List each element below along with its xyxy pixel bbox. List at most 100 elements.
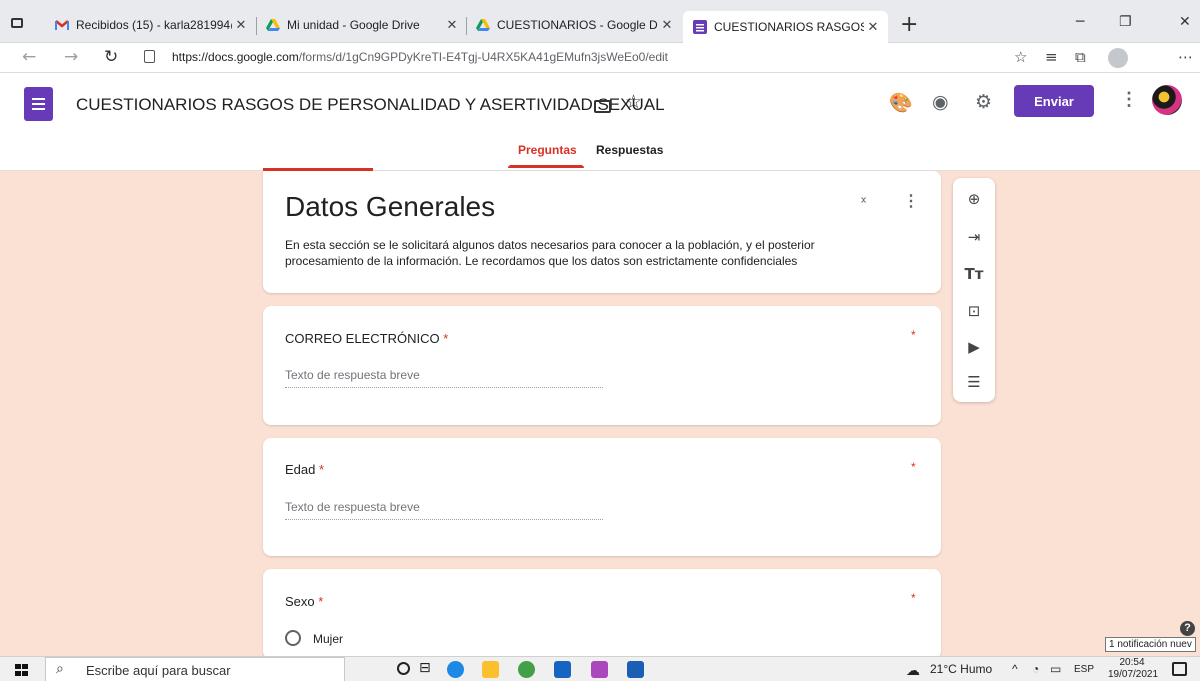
required-indicator: * <box>911 328 916 342</box>
required-asterisk: * <box>318 594 324 609</box>
battery-icon[interactable]: ▭ <box>1050 662 1061 676</box>
tab-my-drive[interactable]: Mi unidad - Google Drive ✕ <box>266 14 461 36</box>
url-field[interactable]: https://docs.google.com/forms/d/1gCn9GPD… <box>172 50 668 64</box>
taskbar-clock[interactable]: 20:54 19/07/2021 <box>1108 657 1159 681</box>
floating-toolbar: ⊕ ⇥ Tт ⊡ ▶ ☰ <box>953 178 995 402</box>
tab-actions-icon[interactable] <box>11 18 23 28</box>
required-indicator: * <box>911 591 916 605</box>
add-question-icon[interactable]: ⊕ <box>953 190 995 208</box>
close-window-icon[interactable]: ✕ <box>1179 14 1191 30</box>
required-asterisk: * <box>443 331 449 346</box>
preview-eye-icon[interactable]: ◉ <box>932 91 949 113</box>
address-bar: ← → ↻ https://docs.google.com/forms/d/1g… <box>0 43 1200 73</box>
browser-profile-avatar[interactable] <box>1108 48 1128 68</box>
question-title: Edad * <box>285 462 324 477</box>
action-center-icon[interactable] <box>1172 662 1187 676</box>
browser-tab-bar: Recibidos (15) - karla281994@gm ✕ Mi uni… <box>0 0 1200 43</box>
tab-gmail[interactable]: Recibidos (15) - karla281994@gm ✕ <box>55 14 250 36</box>
network-icon[interactable]: ◔ <box>1032 662 1039 676</box>
file-explorer-icon[interactable] <box>482 661 499 678</box>
media-app-icon[interactable] <box>591 661 608 678</box>
question-card-sex[interactable]: Sexo * * Mujer <box>263 569 941 659</box>
close-tab-icon[interactable]: ✕ <box>232 17 250 33</box>
weather-text[interactable]: 21°C Humo <box>930 662 992 676</box>
form-title[interactable]: CUESTIONARIOS RASGOS DE PERSONALIDAD Y A… <box>76 95 665 115</box>
radio-option-mujer[interactable] <box>285 630 301 646</box>
question-card-age[interactable]: Edad * * Texto de respuesta breve <box>263 438 941 556</box>
task-view-icon[interactable]: ⊟ <box>419 660 431 676</box>
tab-questions[interactable]: Preguntas <box>518 143 577 157</box>
required-indicator: * <box>911 460 916 474</box>
windows-start-icon[interactable] <box>15 664 28 676</box>
short-answer-field: Texto de respuesta breve <box>285 500 603 520</box>
notification-tooltip: 1 notificación nuev <box>1105 637 1196 652</box>
star-icon[interactable]: ☆ <box>625 91 642 113</box>
import-questions-icon[interactable]: ⇥ <box>953 228 995 246</box>
radio-option-label: Mujer <box>313 632 344 646</box>
forms-logo-icon[interactable] <box>24 87 53 121</box>
collections-icon[interactable]: ⧉ <box>1075 48 1086 66</box>
favorite-star-icon[interactable]: ☆ <box>1014 48 1027 66</box>
close-tab-icon[interactable]: ✕ <box>658 17 676 33</box>
new-tab-button[interactable]: + <box>900 12 918 37</box>
browser-menu-icon[interactable]: ⋯ <box>1178 48 1193 66</box>
collapse-section-icon[interactable]: ⌄ ⌃ <box>859 191 868 210</box>
minimize-icon[interactable]: ─ <box>1076 14 1084 30</box>
add-video-icon[interactable]: ▶ <box>953 338 995 356</box>
add-title-icon[interactable]: Tт <box>953 265 995 283</box>
favorites-list-icon[interactable]: ≡ <box>1045 48 1058 66</box>
send-button[interactable]: Enviar <box>1014 85 1094 117</box>
section-more-icon[interactable]: ⋮ <box>903 191 919 211</box>
active-tab-indicator <box>508 165 584 168</box>
move-to-folder-icon[interactable] <box>594 100 611 113</box>
add-image-icon[interactable]: ⊡ <box>953 302 995 320</box>
chrome-icon[interactable] <box>518 661 535 678</box>
clock-date: 19/07/2021 <box>1108 669 1159 680</box>
cortana-icon[interactable] <box>397 662 410 675</box>
forms-header: CUESTIONARIOS RASGOS DE PERSONALIDAD Y A… <box>0 73 1200 171</box>
help-icon[interactable]: ? <box>1180 621 1195 636</box>
tab-cuestionarios-drive[interactable]: CUESTIONARIOS - Google Drive ✕ <box>476 14 676 36</box>
tab-title: CUESTIONARIOS RASGOS DE PE <box>714 20 864 34</box>
required-asterisk: * <box>319 462 325 477</box>
tab-forms-active[interactable]: CUESTIONARIOS RASGOS DE PE ✕ <box>683 11 888 43</box>
edge-icon[interactable] <box>447 661 464 678</box>
search-icon: ⌕ <box>56 661 64 677</box>
reload-icon[interactable]: ↻ <box>104 47 118 67</box>
question-title-text: Sexo <box>285 594 315 609</box>
restore-icon[interactable]: ❐ <box>1119 14 1132 30</box>
forward-icon[interactable]: → <box>64 47 78 67</box>
section-description[interactable]: En esta sección se le solicitará algunos… <box>285 237 885 269</box>
weather-icon[interactable]: ☁ <box>906 662 920 679</box>
mail-icon[interactable] <box>554 661 571 678</box>
gmail-icon <box>55 20 69 30</box>
url-host: https://docs.google.com <box>172 50 299 64</box>
add-section-icon[interactable]: ☰ <box>953 373 995 391</box>
drive-icon <box>476 19 490 31</box>
language-indicator[interactable]: ESP <box>1074 664 1094 675</box>
back-icon[interactable]: ← <box>22 47 36 67</box>
section-header-card[interactable]: Datos Generales ⌄ ⌃ ⋮ En esta sección se … <box>263 171 941 293</box>
close-tab-icon[interactable]: ✕ <box>443 17 461 33</box>
question-title: CORREO ELECTRÓNICO * <box>285 331 448 346</box>
tab-responses[interactable]: Respuestas <box>596 143 663 157</box>
palette-icon[interactable]: 🎨 <box>889 91 913 114</box>
question-title-text: CORREO ELECTRÓNICO <box>285 331 440 346</box>
question-title: Sexo * <box>285 594 323 609</box>
settings-gear-icon[interactable]: ⚙ <box>975 91 992 113</box>
question-card-email[interactable]: CORREO ELECTRÓNICO * * Texto de respuest… <box>263 306 941 425</box>
user-avatar[interactable] <box>1152 85 1182 115</box>
question-title-text: Edad <box>285 462 316 477</box>
taskbar-search-box[interactable]: ⌕ Escribe aquí para buscar <box>45 657 345 681</box>
tray-chevron-icon[interactable]: ^ <box>1012 662 1018 676</box>
more-options-icon[interactable]: ⋮ <box>1120 89 1138 110</box>
forms-icon <box>693 20 707 34</box>
lock-icon[interactable] <box>144 50 155 63</box>
drive-icon <box>266 19 280 31</box>
word-icon[interactable] <box>627 661 644 678</box>
close-tab-icon[interactable]: ✕ <box>864 19 882 35</box>
section-title[interactable]: Datos Generales <box>285 191 495 223</box>
windows-taskbar: ⌕ Escribe aquí para buscar ⊟ ☁ 21°C Humo… <box>0 656 1200 681</box>
tab-title: CUESTIONARIOS - Google Drive <box>497 18 658 32</box>
tab-title: Mi unidad - Google Drive <box>287 18 420 32</box>
